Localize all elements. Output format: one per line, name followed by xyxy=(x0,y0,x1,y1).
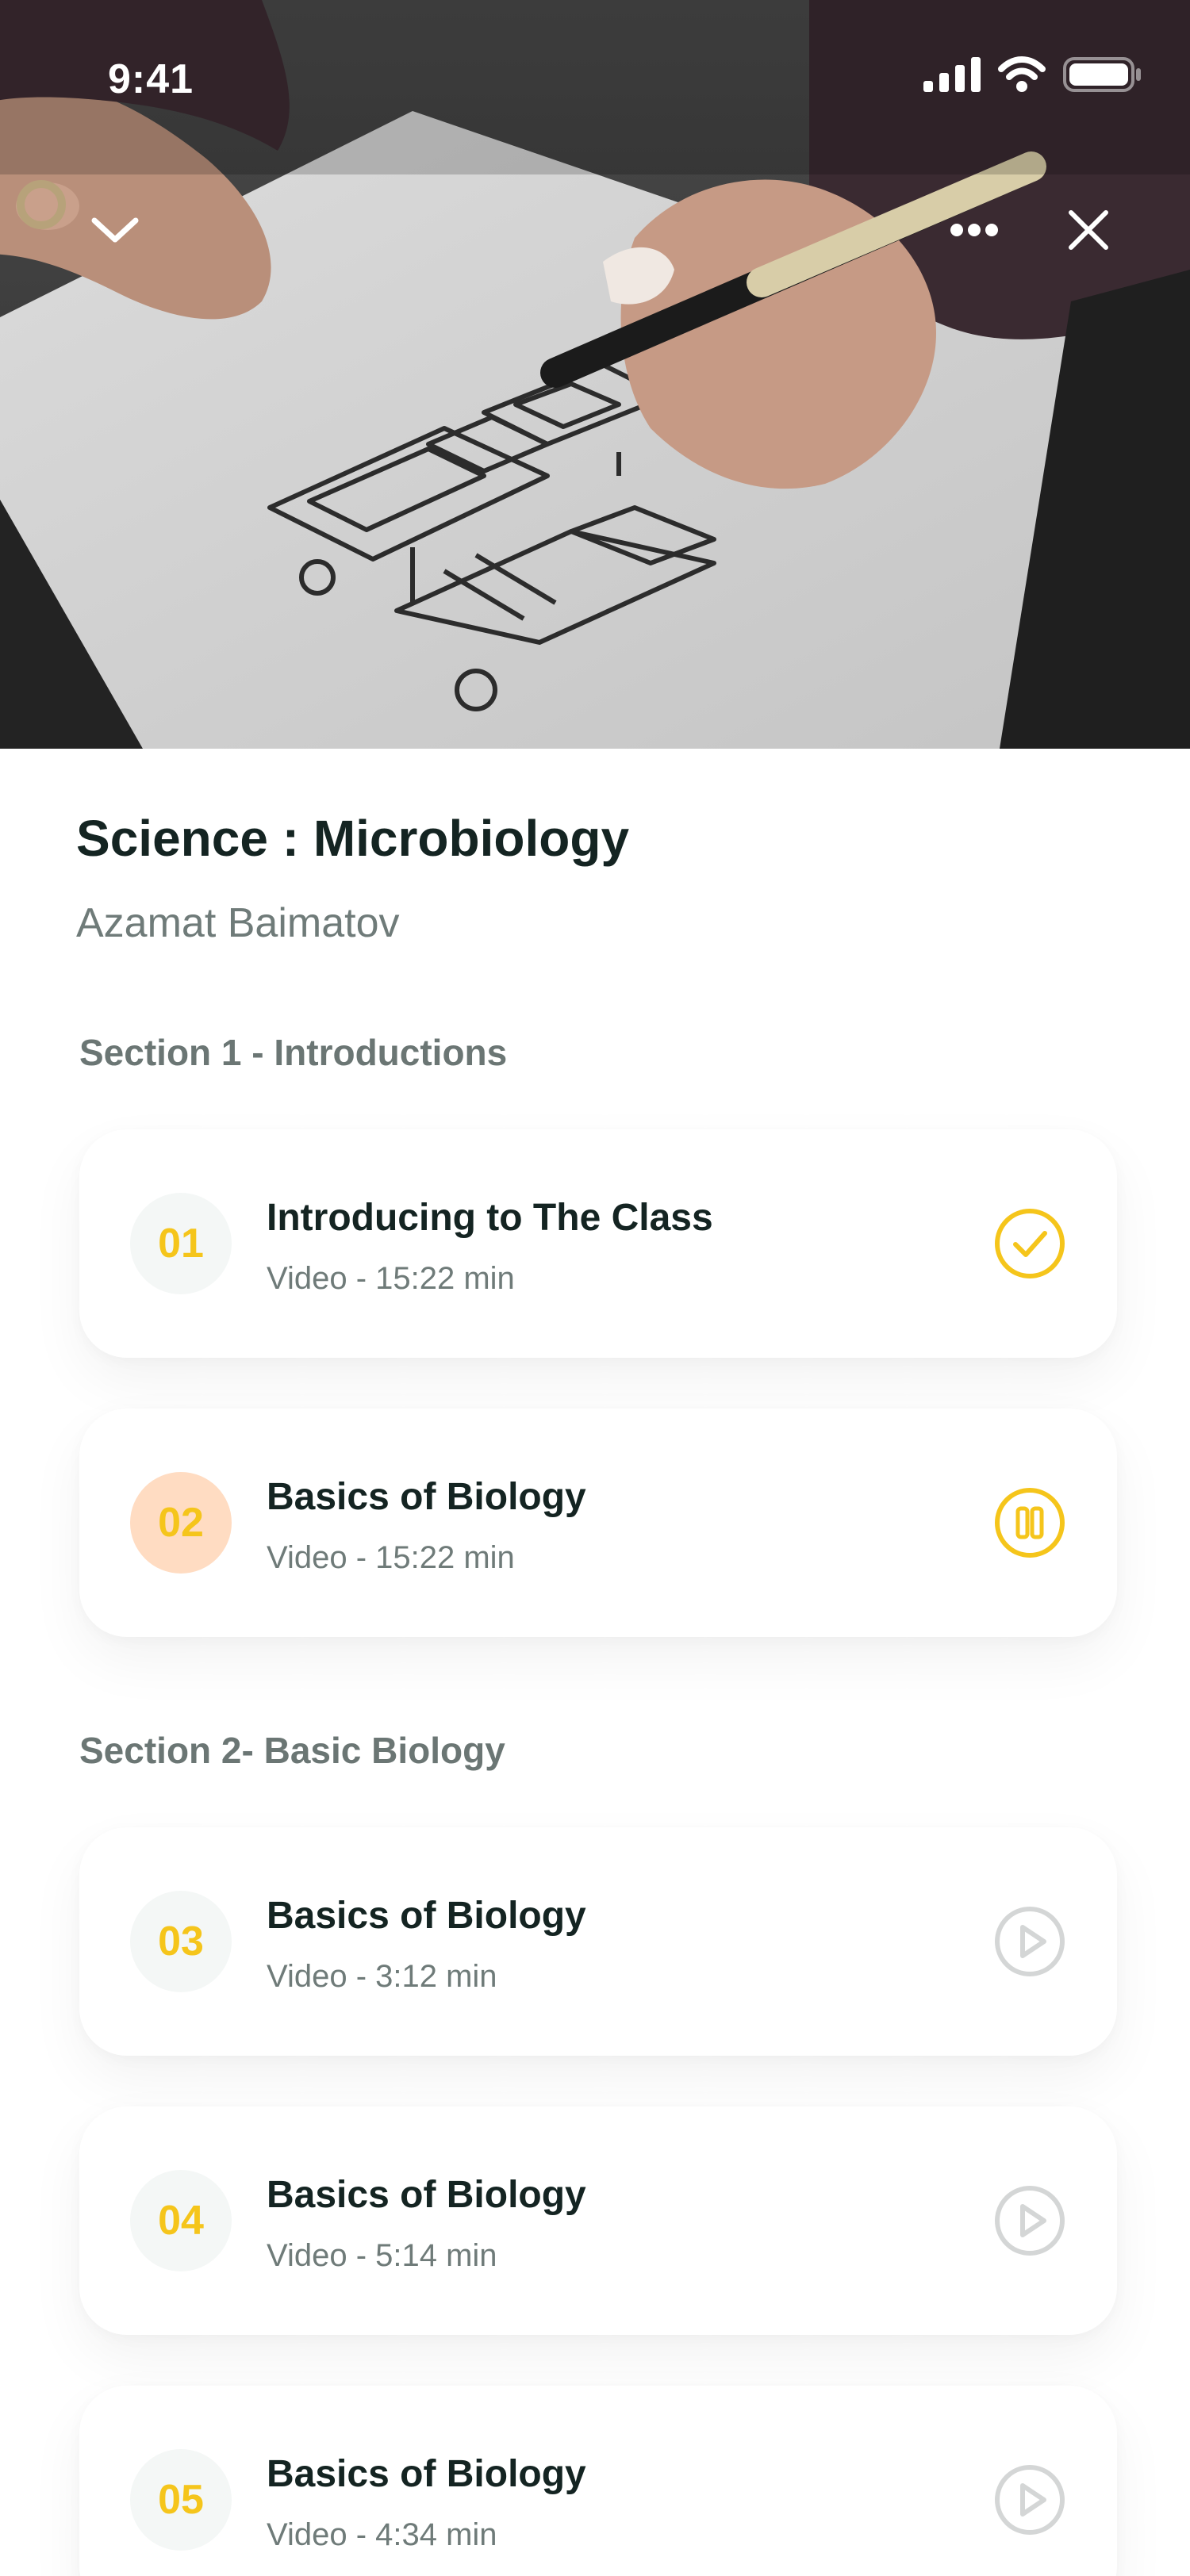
lesson-number-badge: 02 xyxy=(130,1472,232,1574)
play-button[interactable] xyxy=(993,2184,1066,2257)
wifi-icon xyxy=(998,56,1046,92)
lesson-card[interactable]: 02 Basics of Biology Video - 15:22 min xyxy=(79,1409,1117,1637)
more-options-button[interactable] xyxy=(935,190,1014,270)
course-author: Azamat Baimatov xyxy=(76,900,400,946)
chevron-down-icon xyxy=(91,217,139,243)
collapse-button[interactable] xyxy=(75,190,155,270)
course-cover-image: 9:41 xyxy=(0,0,1190,749)
cellular-signal-icon xyxy=(923,57,981,92)
play-circle-icon xyxy=(995,2465,1065,2535)
lesson-meta: Video - 15:22 min xyxy=(267,1540,515,1575)
section-title: Section 2- Basic Biology xyxy=(79,1730,505,1771)
lesson-card[interactable]: 05 Basics of Biology Video - 4:34 min xyxy=(79,2386,1117,2576)
play-circle-icon xyxy=(995,2186,1065,2256)
lesson-card[interactable]: 01 Introducing to The Class Video - 15:2… xyxy=(79,1129,1117,1358)
play-circle-icon xyxy=(995,1907,1065,1976)
lesson-title: Basics of Biology xyxy=(267,2453,586,2495)
close-icon xyxy=(1069,210,1108,250)
pause-button[interactable] xyxy=(993,1486,1066,1559)
lesson-title: Basics of Biology xyxy=(267,1476,586,1518)
lesson-meta: Video - 4:34 min xyxy=(267,2517,497,2552)
pause-circle-icon xyxy=(995,1488,1065,1558)
lesson-number-badge: 05 xyxy=(130,2449,232,2551)
course-title: Science : Microbiology xyxy=(76,810,630,867)
status-bar: 9:41 xyxy=(0,0,1190,159)
lesson-number-badge: 03 xyxy=(130,1891,232,1992)
battery-icon xyxy=(1063,57,1141,92)
lesson-meta: Video - 3:12 min xyxy=(267,1959,497,1994)
lesson-meta: Video - 5:14 min xyxy=(267,2238,497,2273)
lesson-card[interactable]: 04 Basics of Biology Video - 5:14 min xyxy=(79,2106,1117,2335)
status-time: 9:41 xyxy=(108,56,194,102)
lesson-title: Introducing to The Class xyxy=(267,1197,713,1239)
lesson-title: Basics of Biology xyxy=(267,1895,586,1937)
lesson-number-badge: 04 xyxy=(130,2170,232,2271)
play-button[interactable] xyxy=(993,2463,1066,2536)
lesson-number-badge: 01 xyxy=(130,1193,232,1294)
lesson-title: Basics of Biology xyxy=(267,2174,586,2216)
check-circle-icon xyxy=(995,1209,1065,1278)
status-icons xyxy=(923,56,1142,94)
more-dots-icon xyxy=(950,224,998,236)
lesson-meta: Video - 15:22 min xyxy=(267,1261,515,1296)
lesson-card[interactable]: 03 Basics of Biology Video - 3:12 min xyxy=(79,1827,1117,2056)
play-button[interactable] xyxy=(993,1905,1066,1978)
close-button[interactable] xyxy=(1049,190,1128,270)
completed-button[interactable] xyxy=(993,1207,1066,1280)
section-title: Section 1 - Introductions xyxy=(79,1032,508,1073)
